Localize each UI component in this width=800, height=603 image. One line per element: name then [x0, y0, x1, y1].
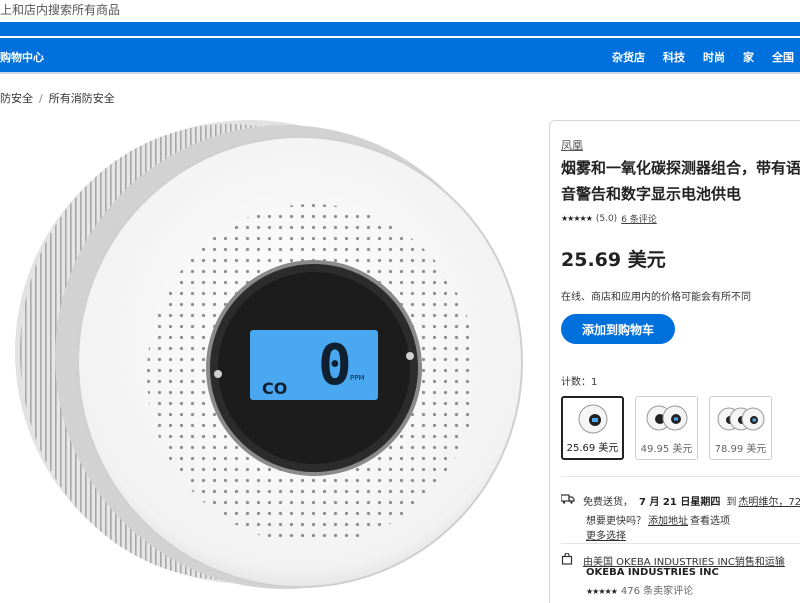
- seller-stars-icon: ★★★★★: [586, 587, 618, 596]
- lcd-reading: 0: [318, 333, 352, 398]
- reviews-link[interactable]: 6 条评论: [621, 212, 657, 225]
- detector-thumbnail-icon: [717, 407, 764, 431]
- rating-row: ★★★★★ (5.0) 6 条评论: [561, 212, 657, 226]
- rating-value: (5.0): [595, 213, 618, 224]
- count-options: 25.69 美元 49.95 美元 78.99 美元: [561, 396, 772, 460]
- breadcrumb-separator: /: [39, 92, 43, 105]
- nav-links: 杂货店 科技 时尚 家 全国: [594, 49, 794, 65]
- delivery-date: 7 月 21 日星期四: [639, 497, 721, 508]
- search-row[interactable]: 上和店内搜索所有商品: [0, 0, 800, 22]
- product-price: 25.69 美元: [561, 249, 666, 271]
- delivery-location-link[interactable]: 杰明维尔，72: [738, 493, 800, 508]
- shopping-bag-icon: [561, 552, 575, 568]
- nav-link-tech[interactable]: 科技: [663, 49, 685, 65]
- more-options-link[interactable]: 更多选择: [586, 527, 626, 542]
- to-label: 到: [726, 497, 737, 508]
- nav-link-fashion[interactable]: 时尚: [703, 49, 725, 65]
- option-price: 25.69 美元: [566, 443, 619, 454]
- nav-link-national[interactable]: 全国: [772, 49, 794, 65]
- search-placeholder: 上和店内搜索所有商品: [0, 3, 121, 17]
- see-options-label: 查看选项: [690, 516, 730, 527]
- count-option-3[interactable]: 78.99 美元: [709, 396, 772, 460]
- smoke-detector-illustration: CO 0 PPM: [15, 120, 523, 589]
- lcd-co-label: CO: [262, 379, 287, 398]
- option-price: 49.95 美元: [640, 444, 693, 455]
- free-shipping-label: 免费送货，: [583, 497, 633, 508]
- count-option-2[interactable]: 49.95 美元: [635, 396, 698, 460]
- detector-thumbnail-icon: [646, 405, 687, 431]
- faster-label: 想要更快吗？: [586, 516, 646, 527]
- product-title: 烟雾和一氧化碳探测器组合，带有语音警告和数字显示电池供电: [561, 159, 800, 203]
- department-nav: 购物中心 杂货店 科技 时尚 家 全国: [0, 38, 800, 72]
- nav-link-shopping-center[interactable]: 购物中心: [0, 49, 44, 65]
- nav-link-home[interactable]: 家: [743, 49, 754, 65]
- brand-link[interactable]: 凤凰: [561, 137, 583, 153]
- nav-link-grocery[interactable]: 杂货店: [612, 49, 645, 65]
- rating-stars-icon: ★★★★★: [561, 214, 593, 223]
- truck-icon: [560, 494, 575, 507]
- option-price: 78.99 美元: [714, 444, 767, 455]
- sold-by-link[interactable]: 由美国 OKEBA INDUSTRIES INC销售和运输: [583, 553, 785, 568]
- price-note: 在线、商店和应用内的价格可能会有所不同: [561, 292, 751, 303]
- lcd-unit: PPM: [350, 374, 364, 382]
- product-image[interactable]: CO 0 PPM: [0, 112, 525, 603]
- breadcrumb-item-all-fire-safety[interactable]: 所有消防安全: [49, 92, 115, 105]
- breadcrumb-item-fire-safety[interactable]: 防安全: [0, 92, 33, 105]
- detector-thumbnail-icon: [578, 404, 607, 434]
- breadcrumb: 防安全 / 所有消防安全: [0, 90, 115, 106]
- faster-row: 想要更快吗？ 添加地址 查看选项: [586, 512, 730, 527]
- product-info-panel: 凤凰 烟雾和一氧化碳探测器组合，带有语音警告和数字显示电池供电 ★★★★★ (5…: [549, 120, 800, 603]
- section-divider: [561, 543, 800, 544]
- count-option-1[interactable]: 25.69 美元: [561, 396, 624, 460]
- seller-row: 由美国 OKEBA INDUSTRIES INC销售和运输: [561, 552, 785, 568]
- header-bar: [0, 22, 800, 36]
- count-label: 计数：1: [561, 377, 598, 388]
- shipping-row: 免费送货， 7 月 21 日星期四 到 杰明维尔，72: [560, 493, 800, 508]
- nav-divider: [0, 72, 800, 74]
- section-divider: [561, 476, 800, 477]
- add-address-link[interactable]: 添加地址: [648, 516, 688, 527]
- seller-rating: ★★★★★ 476 条卖家评论: [586, 582, 693, 597]
- seller-name: OKEBA INDUSTRIES INC: [586, 567, 719, 578]
- add-to-cart-button[interactable]: 添加到购物车: [561, 314, 675, 344]
- seller-reviews[interactable]: 476 条卖家评论: [621, 586, 693, 597]
